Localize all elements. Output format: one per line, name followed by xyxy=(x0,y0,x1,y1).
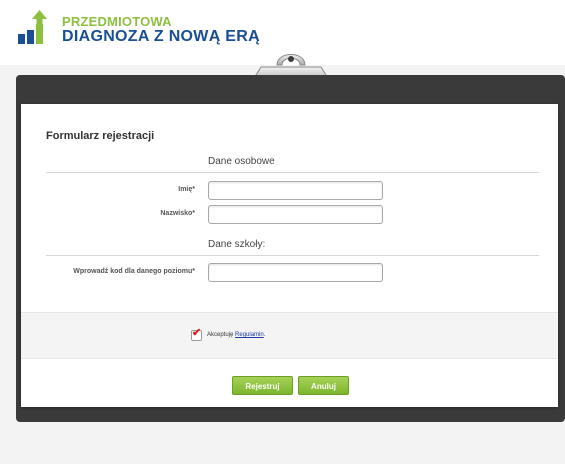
last-name-label: Nazwisko* xyxy=(160,210,195,217)
bar-chart-arrow-icon xyxy=(18,10,47,44)
level-code-input[interactable] xyxy=(208,263,383,282)
terms-section: ✔ Akceptuję Regulamin. xyxy=(21,312,558,359)
registration-form-sheet: Formularz rejestracji Dane osobowe Imię*… xyxy=(21,104,558,407)
register-button[interactable]: Rejestruj xyxy=(232,376,293,395)
cancel-button[interactable]: Anuluj xyxy=(298,376,349,395)
logo-text-bottom: DIAGNOZA Z NOWĄ ERĄ xyxy=(62,28,260,45)
first-name-label: Imię* xyxy=(178,186,195,193)
terms-suffix: . xyxy=(263,332,266,338)
divider xyxy=(46,255,539,256)
checkmark-icon: ✔ xyxy=(192,327,202,339)
first-name-input[interactable] xyxy=(208,181,383,200)
logo-text-top: PRZEDMIOTOWA xyxy=(62,14,172,29)
school-data-heading: Dane szkoły: xyxy=(208,239,266,250)
divider xyxy=(46,172,539,173)
logo: PRZEDMIOTOWA DIAGNOZA Z NOWĄ ERĄ xyxy=(18,10,278,50)
code-label: Wprowadź kod dla danego poziomu* xyxy=(73,268,195,275)
terms-checkbox[interactable]: ✔ xyxy=(191,327,202,341)
form-title: Formularz rejestracji xyxy=(46,130,155,142)
last-name-input[interactable] xyxy=(208,205,383,224)
terms-text: Akceptuję Regulamin. xyxy=(207,332,265,338)
terms-link[interactable]: Regulamin xyxy=(235,332,264,338)
personal-data-heading: Dane osobowe xyxy=(208,156,275,167)
terms-prefix: Akceptuję xyxy=(207,332,234,338)
